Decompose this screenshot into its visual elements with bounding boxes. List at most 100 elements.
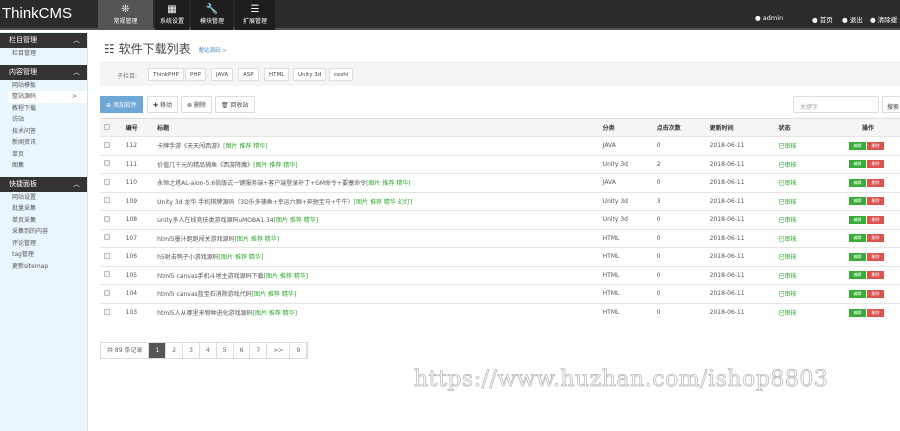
title-text[interactable]: html5 canvas蓝宝石消除游戏代码 [157,291,252,298]
user-menu[interactable]: ● admin [755,14,783,22]
title-text[interactable]: 价值几千元的精品捕鱼《西游降魔》 [157,162,253,169]
row-select[interactable] [100,284,126,303]
edit-button[interactable]: 编辑 [849,289,866,298]
recycle-bin-button[interactable]: 🗑 回收站 [215,96,255,113]
row-select[interactable] [100,265,126,285]
logout-link[interactable]: ● 退出 [842,14,863,24]
col-updated[interactable]: 更新时间 [709,118,779,137]
sidebar-item[interactable]: 网站模板 [0,80,87,92]
title-text[interactable]: 永恒之塔AL-aion-5.6倍版式一键服务端+客户端登录补丁+GM命令+要塞命… [157,180,366,187]
delete-row-button[interactable]: 删除 [867,289,884,298]
row-title[interactable]: html5人从哪里来物种进化游戏源码[图片 推荐 精华] [157,302,603,322]
col-category[interactable]: 分类 [602,118,657,137]
keyword-input[interactable]: 关键字 [793,96,879,113]
subcategory-chip[interactable]: ceshi [329,68,354,81]
col-clicks[interactable]: 点击次数 [656,118,710,137]
row-select[interactable] [100,173,126,192]
page-link[interactable]: 4 [200,343,217,358]
sidebar-group-header[interactable]: 快捷面板 ︿ [0,176,87,192]
title-text[interactable]: unity多人在线竞技类游戏源码uMOBA1.34 [157,217,273,224]
sidebar-item[interactable]: tag管理 [0,249,87,261]
delete-row-button[interactable]: 删除 [867,252,884,261]
delete-button[interactable]: ⊗ 删除 [181,96,212,113]
home-link[interactable]: ● 首页 [812,14,833,24]
sidebar-item[interactable]: 教程下载 [0,103,87,115]
page-link[interactable]: 9 [290,343,308,358]
edit-button[interactable]: 编辑 [849,308,866,317]
delete-row-button[interactable]: 删除 [867,178,884,187]
delete-row-button[interactable]: 删除 [867,197,884,206]
tab-routine[interactable]: ❊ 常规管理 [98,0,153,30]
title-text[interactable]: html5墨汁跑跑闯关游戏源码 [157,236,235,243]
edit-button[interactable]: 编辑 [849,197,866,206]
page-link[interactable]: 2 [166,343,184,358]
title-text[interactable]: html5人从哪里来物种进化游戏源码 [157,310,253,317]
edit-button[interactable]: 编辑 [849,160,866,169]
delete-row-button[interactable]: 删除 [867,160,884,169]
row-title[interactable]: 价值几千元的精品捕鱼《西游降魔》[图片 推荐 精华] [157,154,603,174]
edit-button[interactable]: 编辑 [849,141,866,150]
clear-cache-link[interactable]: ● 清除缓 [870,14,897,24]
title-text[interactable]: 卡牌手游《天天闯西游》 [157,143,223,150]
edit-button[interactable]: 编辑 [849,215,866,224]
edit-button[interactable]: 编辑 [849,271,866,280]
subcategory-chip[interactable]: JAVA [211,68,234,81]
row-select[interactable] [100,228,126,248]
sidebar-item[interactable]: 单页 [0,149,87,161]
sidebar-item[interactable]: 批量采集 [0,203,87,215]
checkbox[interactable] [104,215,110,222]
sidebar-item[interactable]: 图集 [0,160,87,172]
subcategory-chip[interactable]: PHP [185,68,206,81]
row-select[interactable] [100,210,126,229]
row-title[interactable]: h5射击鸭子小游戏源码[图片 推荐 精华] [157,247,603,266]
sidebar-item[interactable]: 仿站 [0,114,87,126]
move-button[interactable]: ✚ 移动 [147,96,178,113]
row-title[interactable]: 永恒之塔AL-aion-5.6倍版式一键服务端+客户端登录补丁+GM命令+要塞命… [157,173,603,192]
sidebar-item[interactable]: 评论管理 [0,238,87,250]
tab-extensions[interactable]: ☰ 扩展管理 [235,0,275,30]
col-title[interactable]: 标题 [157,118,603,137]
row-title[interactable]: html5墨汁跑跑闯关游戏源码[图片 推荐 精华] [157,228,603,248]
tab-modules[interactable]: 🔧 模块管理 [191,0,233,30]
sidebar-item[interactable]: 采集到的内容 [0,226,87,238]
row-title[interactable]: html5 canvas手机斗地主游戏源码下载[图片 推荐 精华] [157,265,603,285]
edit-button[interactable]: 编辑 [849,178,866,187]
title-text[interactable]: html5 canvas手机斗地主游戏源码下载 [157,273,264,280]
sidebar-item[interactable]: 新闻资讯 [0,137,87,149]
checkbox[interactable] [104,141,110,148]
row-select[interactable] [100,154,126,174]
delete-row-button[interactable]: 删除 [867,271,884,280]
checkbox[interactable] [104,234,110,241]
add-software-button[interactable]: ⊕ 添加软件 [100,96,143,113]
edit-button[interactable]: 编辑 [849,234,866,243]
subcategory-chip[interactable]: Unity 3d [293,68,327,81]
sidebar-item[interactable]: 网站设置 [0,192,87,204]
row-select[interactable] [100,302,126,322]
delete-row-button[interactable]: 删除 [867,308,884,317]
checkbox[interactable] [104,123,110,130]
col-status[interactable]: 状态 [778,118,849,137]
row-select[interactable] [100,136,126,155]
checkbox[interactable] [104,308,110,315]
checkbox[interactable] [104,178,110,185]
page-link[interactable]: 1 [149,343,167,358]
page-link[interactable]: 7 [250,343,268,358]
search-button[interactable]: 搜索 [882,96,900,113]
sidebar-group-header[interactable]: 栏目管理 ︿ [0,33,87,48]
sidebar-item[interactable]: 技术问答 [0,126,87,138]
page-link[interactable]: 3 [183,343,200,358]
checkbox[interactable] [104,160,110,167]
subcategory-chip[interactable]: ThinkPHP [148,68,184,81]
row-title[interactable]: html5 canvas蓝宝石消除游戏代码[图片 推荐 精华] [157,284,603,303]
tab-system[interactable]: ▦ 系统设置 [155,0,189,30]
delete-row-button[interactable]: 删除 [867,215,884,224]
delete-row-button[interactable]: 删除 [867,234,884,243]
subcategory-chip[interactable]: ASP [238,68,259,81]
sidebar-item[interactable]: 整站源码 > [8,91,87,103]
sidebar-item[interactable]: 栏目管理 [0,48,87,60]
checkbox[interactable] [104,271,110,278]
checkbox[interactable] [104,289,110,296]
title-text[interactable]: h5射击鸭子小游戏源码 [157,254,219,261]
checkbox[interactable] [104,252,110,259]
row-title[interactable]: 卡牌手游《天天闯西游》[图片 推荐 精华] [157,136,603,155]
